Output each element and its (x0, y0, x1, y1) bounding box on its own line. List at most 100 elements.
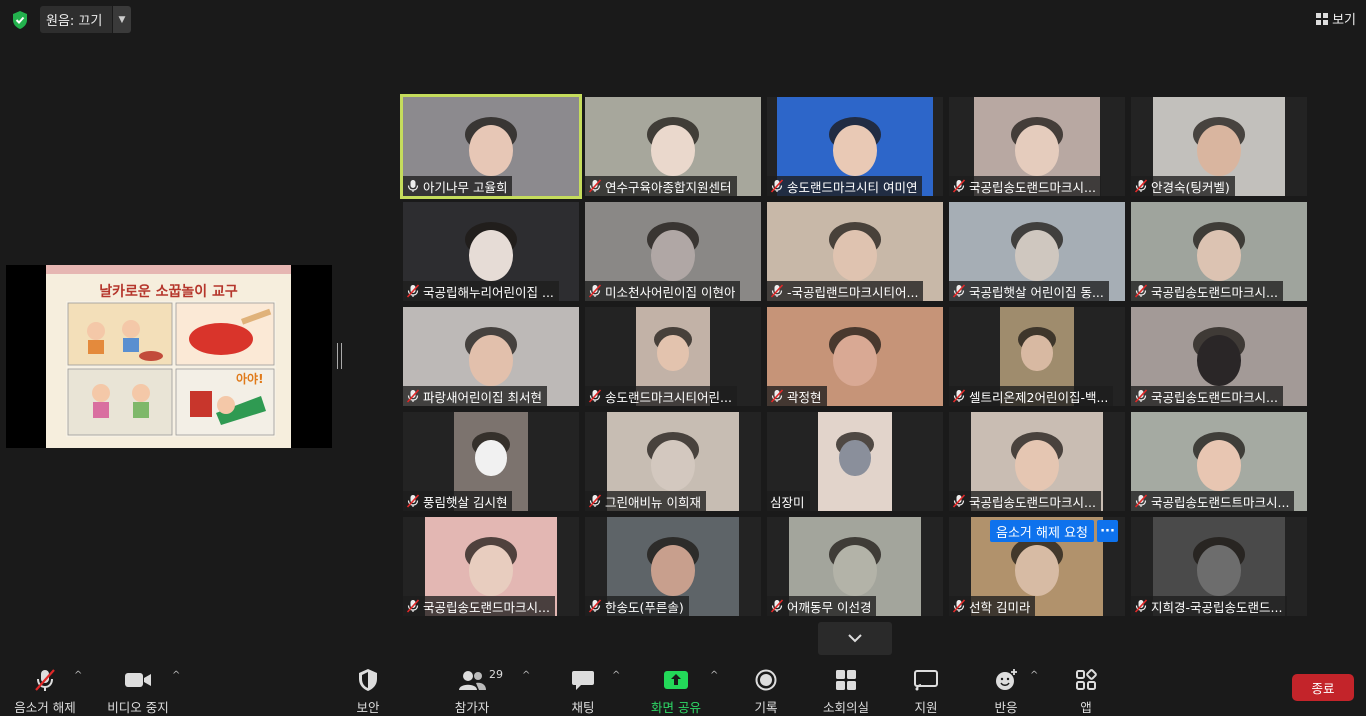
participant-video-tile[interactable]: -국공립랜드마크시티어... (767, 202, 943, 301)
participant-video-tile[interactable]: 지희경-국공립송도랜드... (1131, 517, 1307, 616)
mic-muted-icon (770, 179, 784, 193)
participant-video-tile[interactable]: 미소천사어린이집 이현아 (585, 202, 761, 301)
participant-video-tile[interactable]: 셀트리온제2어린이집-백... (949, 307, 1125, 406)
record-button[interactable]: 기록 (726, 656, 806, 716)
mic-muted-icon (588, 284, 602, 298)
participant-name: 국공립송도랜드마크시... (969, 179, 1096, 195)
split-view-handle[interactable] (337, 343, 342, 369)
audio-options-caret[interactable]: ^ (74, 670, 82, 681)
breakout-rooms-button[interactable]: 소회의실 (806, 656, 886, 716)
participant-name: 그린애비뉴 이희재 (605, 494, 701, 510)
unmute-button[interactable]: 음소거 해제 (5, 656, 85, 716)
apps-button[interactable]: 앱 (1046, 656, 1126, 716)
mic-muted-icon (588, 494, 602, 508)
participants-options-caret[interactable]: ^ (522, 670, 530, 681)
participant-face (1197, 125, 1241, 176)
participant-name-bar: 국공립송도랜드마크시... (949, 491, 1101, 511)
participant-name: 미소천사어린이집 이현아 (605, 284, 736, 300)
chat-button[interactable]: 채팅 (543, 656, 623, 716)
participant-name-bar: 국공립송도랜드마크시... (403, 596, 555, 616)
video-options-caret[interactable]: ^ (172, 670, 180, 681)
participant-video-tile[interactable]: 그린애비뉴 이희재 (585, 412, 761, 511)
participant-video-tile[interactable]: 곽정현 (767, 307, 943, 406)
shared-screen[interactable]: 날카로운 소꿉놀이 교구 아야! (6, 265, 332, 448)
share-screen-button[interactable]: 화면 공유 (636, 656, 716, 716)
participant-name-bar: 안경숙(팅커벨) (1131, 176, 1235, 196)
participant-video-tile[interactable]: 송도랜드마크시티 여미연 (767, 97, 943, 196)
collapse-gallery-button[interactable] (818, 622, 892, 655)
participant-video-tile[interactable]: 한송도(푸른솔) (585, 517, 761, 616)
participant-name-bar: 지희경-국공립송도랜드... (1131, 596, 1288, 616)
participant-video-tile[interactable]: 국공립송도랜드마크시... (1131, 202, 1307, 301)
participant-video-tile[interactable]: 심장미 (767, 412, 943, 511)
mic-muted-icon (952, 389, 966, 403)
chevron-down-icon[interactable]: ▼ (112, 6, 131, 33)
participant-video-tile[interactable]: 국공립송도랜드트마크시... (1131, 412, 1307, 511)
slide-title: 날카로운 소꿉놀이 교구 (99, 284, 238, 300)
participant-name-bar: 셀트리온제2어린이집-백... (949, 386, 1114, 406)
participant-video-tile[interactable]: 국공립송도랜드마크시... (403, 517, 579, 616)
participant-video-tile[interactable]: 국공립햇살 어린이집 동... (949, 202, 1125, 301)
participants-icon (459, 671, 486, 690)
security-button[interactable]: 보안 (328, 656, 408, 716)
participant-name-bar: 연수구육아종합지원센터 (585, 176, 737, 196)
participant-name: 국공립송도랜드마크시... (1151, 284, 1278, 300)
security-label: 보안 (356, 700, 380, 715)
participant-face (469, 230, 513, 281)
mic-muted-icon (588, 599, 602, 613)
participant-name-bar: 송도랜드마크시티 여미연 (767, 176, 923, 196)
mic-muted-icon (952, 494, 966, 508)
participant-video-tile[interactable]: 안경숙(팅커벨) (1131, 97, 1307, 196)
participants-button[interactable]: 참가자 (432, 656, 512, 716)
participants-count: 29 (489, 668, 503, 681)
participant-face (833, 335, 877, 386)
mic-muted-icon (770, 389, 784, 403)
participant-name-bar: 송도랜드마크시티어린... (585, 386, 737, 406)
support-button[interactable]: 지원 (886, 656, 966, 716)
participant-name: 송도랜드마크시티 여미연 (787, 179, 918, 195)
participant-name: 국공립송도랜드마크시... (423, 599, 550, 615)
mic-muted-icon (1134, 389, 1148, 403)
chat-options-caret[interactable]: ^ (612, 670, 620, 681)
participant-name-bar: 풍림햇살 김시현 (403, 491, 513, 511)
stop-video-button[interactable]: 비디오 중지 (98, 656, 178, 716)
participant-name-bar: -국공립랜드마크시티어... (767, 281, 924, 301)
reactions-button[interactable]: 반응 (966, 656, 1046, 716)
participant-name-bar: 아기나무 고율희 (403, 176, 513, 196)
participant-video-tile[interactable]: 연수구육아종합지원센터 (585, 97, 761, 196)
reactions-options-caret[interactable]: ^ (1030, 670, 1038, 681)
participant-video-tile[interactable]: 국공립송도랜드마크시... (949, 97, 1125, 196)
participant-video-tile[interactable]: 송도랜드마크시티어린... (585, 307, 761, 406)
participant-video-tile[interactable]: 국공립해누리어린이집 ... (403, 202, 579, 301)
share-screen-label: 화면 공유 (651, 700, 701, 715)
participant-name: 송도랜드마크시티어린... (605, 389, 732, 405)
request-unmute-button[interactable]: 음소거 해제 요청 (990, 520, 1094, 542)
participant-video-tile[interactable]: 풍림햇살 김시현 (403, 412, 579, 511)
view-button[interactable]: 보기 (1316, 9, 1356, 28)
participant-video-tile[interactable]: 국공립송도랜드마크시... (1131, 307, 1307, 406)
participant-face (839, 440, 871, 476)
participant-video-tile[interactable]: 아기나무 고율희 (400, 94, 582, 199)
end-meeting-button[interactable]: 종료 (1292, 674, 1354, 701)
more-options-button[interactable]: ··· (1097, 520, 1118, 542)
unmute-request-overlay: 음소거 해제 요청 ··· (990, 520, 1118, 542)
participant-video-tile[interactable]: 어깨동무 이선경 (767, 517, 943, 616)
share-options-caret[interactable]: ^ (710, 670, 718, 681)
mic-muted-icon (406, 284, 420, 298)
mic-muted-icon (952, 179, 966, 193)
participant-video-tile[interactable]: 파랑새어린이집 최서현 (403, 307, 579, 406)
participant-face (1015, 545, 1059, 596)
participant-name: 국공립송도랜드마크시... (1151, 389, 1278, 405)
mic-on-icon (407, 180, 419, 192)
participant-name: 연수구육아종합지원센터 (605, 179, 732, 195)
original-sound-dropdown[interactable]: 원음: 끄기 ▼ (40, 6, 131, 33)
participant-name: 선학 김미라 (969, 599, 1031, 615)
participant-name: -국공립랜드마크시티어... (787, 284, 919, 300)
participant-name: 국공립송도랜드트마크시... (1151, 494, 1290, 510)
mic-muted-icon (406, 494, 420, 508)
participant-name-bar: 어깨동무 이선경 (767, 596, 877, 616)
participant-face (657, 335, 689, 371)
mic-muted-icon (952, 599, 966, 613)
mic-muted-icon (1134, 494, 1148, 508)
participant-video-tile[interactable]: 국공립송도랜드마크시... (949, 412, 1125, 511)
